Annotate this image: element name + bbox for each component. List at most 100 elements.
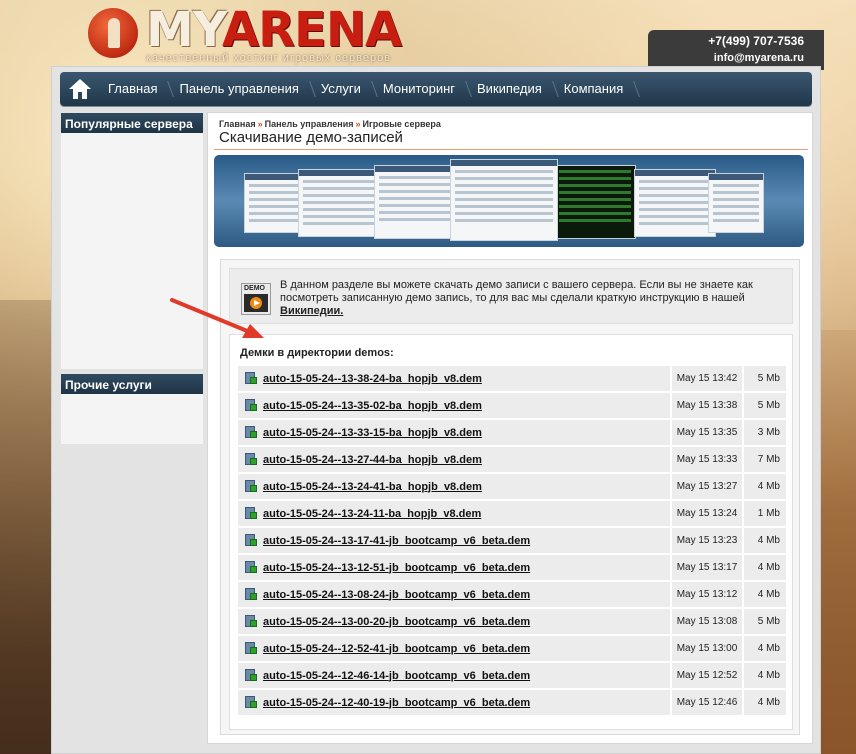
file-download-icon[interactable] — [245, 534, 257, 547]
logo-emblem-icon — [86, 6, 140, 60]
demo-file-link[interactable]: auto-15-05-24--13-08-24-jb_bootcamp_v6_b… — [263, 589, 530, 601]
file-size-cell: 4 Mb — [743, 554, 787, 581]
file-date-cell: May 15 12:46 — [671, 689, 743, 716]
demo-file-link[interactable]: auto-15-05-24--13-17-41-jb_bootcamp_v6_b… — [263, 535, 530, 547]
file-size-cell: 5 Mb — [743, 608, 787, 635]
table-row: auto-15-05-24--13-12-51-jb_bootcamp_v6_b… — [237, 554, 787, 581]
home-icon — [69, 79, 91, 99]
file-download-icon[interactable] — [245, 453, 257, 466]
file-size-cell: 1 Mb — [743, 500, 787, 527]
table-row: auto-15-05-24--12-40-19-jb_bootcamp_v6_b… — [237, 689, 787, 716]
breadcrumb-control-panel[interactable]: Панель управления — [265, 119, 354, 129]
demo-file-link[interactable]: auto-15-05-24--13-24-11-ba_hopjb_v8.dem — [263, 508, 481, 520]
table-row: auto-15-05-24--13-24-11-ba_hopjb_v8.dem M… — [237, 500, 787, 527]
file-size-cell: 4 Mb — [743, 473, 787, 500]
nav-item-home[interactable]: Главная — [100, 72, 171, 106]
file-download-icon[interactable] — [245, 399, 257, 412]
table-row: auto-15-05-24--13-27-44-ba_hopjb_v8.dem M… — [237, 446, 787, 473]
demo-file-link[interactable]: auto-15-05-24--12-46-14-jb_bootcamp_v6_b… — [263, 670, 530, 682]
intro-text: В данном разделе вы можете скачать демо … — [280, 279, 753, 317]
file-date-cell: May 15 13:23 — [671, 527, 743, 554]
file-name-cell: auto-15-05-24--13-35-02-ba_hopjb_v8.dem — [237, 392, 671, 419]
file-download-icon[interactable] — [245, 588, 257, 601]
demo-list-box: Демки в директории demos: auto-15-05-24-… — [229, 334, 793, 730]
table-row: auto-15-05-24--13-17-41-jb_bootcamp_v6_b… — [237, 527, 787, 554]
file-download-icon[interactable] — [245, 642, 257, 655]
demo-file-link[interactable]: auto-15-05-24--13-00-20-jb_bootcamp_v6_b… — [263, 616, 530, 628]
banner-screenshot — [634, 169, 716, 237]
file-date-cell: May 15 13:38 — [671, 392, 743, 419]
table-row: auto-15-05-24--13-08-24-jb_bootcamp_v6_b… — [237, 581, 787, 608]
demo-file-link[interactable]: auto-15-05-24--13-12-51-jb_bootcamp_v6_b… — [263, 562, 530, 574]
demo-list-heading: Демки в директории demos: — [240, 347, 394, 359]
demo-file-link[interactable]: auto-15-05-24--12-52-41-jb_bootcamp_v6_b… — [263, 643, 530, 655]
table-row: auto-15-05-24--13-33-15-ba_hopjb_v8.dem M… — [237, 419, 787, 446]
file-size-cell: 4 Mb — [743, 635, 787, 662]
table-row: auto-15-05-24--12-52-41-jb_bootcamp_v6_b… — [237, 635, 787, 662]
demo-file-link[interactable]: auto-15-05-24--13-27-44-ba_hopjb_v8.dem — [263, 454, 482, 466]
nav-item-services[interactable]: Услуги — [313, 72, 375, 106]
demo-file-link[interactable]: auto-15-05-24--13-35-02-ba_hopjb_v8.dem — [263, 400, 482, 412]
file-date-cell: May 15 13:12 — [671, 581, 743, 608]
logo-wordmark: MYARENA — [146, 2, 402, 58]
table-row: auto-15-05-24--12-46-14-jb_bootcamp_v6_b… — [237, 662, 787, 689]
table-row: auto-15-05-24--13-38-24-ba_hopjb_v8.dem M… — [237, 365, 787, 392]
file-download-icon[interactable] — [245, 480, 257, 493]
demo-icon: DEMO — [241, 283, 271, 315]
wiki-link[interactable]: Википедии. — [280, 305, 343, 317]
file-download-icon[interactable] — [245, 372, 257, 385]
file-name-cell: auto-15-05-24--13-24-41-ba_hopjb_v8.dem — [237, 473, 671, 500]
file-download-icon[interactable] — [245, 507, 257, 520]
file-name-cell: auto-15-05-24--13-24-11-ba_hopjb_v8.dem — [237, 500, 671, 527]
file-download-icon[interactable] — [245, 696, 257, 709]
sidebar-other-title: Прочие услуги — [61, 374, 203, 394]
demo-file-link[interactable]: auto-15-05-24--13-33-15-ba_hopjb_v8.dem — [263, 427, 482, 439]
banner-screenshot — [374, 165, 456, 239]
file-name-cell: auto-15-05-24--13-17-41-jb_bootcamp_v6_b… — [237, 527, 671, 554]
file-size-cell: 3 Mb — [743, 419, 787, 446]
sidebar-popular-title: Популярные сервера — [61, 113, 203, 133]
site-logo[interactable]: MYARENA качественный хостинг игровых сер… — [86, 2, 406, 66]
file-date-cell: May 15 13:08 — [671, 608, 743, 635]
nav-home-button[interactable] — [60, 72, 100, 106]
breadcrumb-game-servers[interactable]: Игровые сервера — [363, 119, 441, 129]
file-name-cell: auto-15-05-24--13-33-15-ba_hopjb_v8.dem — [237, 419, 671, 446]
background-figure-right — [820, 330, 856, 754]
nav-item-company[interactable]: Компания — [556, 72, 638, 106]
file-name-cell: auto-15-05-24--13-27-44-ba_hopjb_v8.dem — [237, 446, 671, 473]
nav-item-wiki[interactable]: Википедия — [469, 72, 556, 106]
file-download-icon[interactable] — [245, 561, 257, 574]
file-size-cell: 4 Mb — [743, 689, 787, 716]
file-size-cell: 4 Mb — [743, 662, 787, 689]
contact-email[interactable]: info@myarena.ru — [648, 50, 804, 66]
demo-file-link[interactable]: auto-15-05-24--13-38-24-ba_hopjb_v8.dem — [263, 373, 482, 385]
file-download-icon[interactable] — [245, 615, 257, 628]
table-row: auto-15-05-24--13-00-20-jb_bootcamp_v6_b… — [237, 608, 787, 635]
demo-file-link[interactable]: auto-15-05-24--12-40-19-jb_bootcamp_v6_b… — [263, 697, 530, 709]
sidebar-other-services: Прочие услуги — [61, 374, 203, 444]
file-name-cell: auto-15-05-24--13-08-24-jb_bootcamp_v6_b… — [237, 581, 671, 608]
demo-file-link[interactable]: auto-15-05-24--13-24-41-ba_hopjb_v8.dem — [263, 481, 482, 493]
file-date-cell: May 15 13:17 — [671, 554, 743, 581]
file-name-cell: auto-15-05-24--12-46-14-jb_bootcamp_v6_b… — [237, 662, 671, 689]
breadcrumb-home[interactable]: Главная — [219, 119, 256, 129]
nav-item-monitoring[interactable]: Мониторинг — [375, 72, 469, 106]
file-name-cell: auto-15-05-24--12-52-41-jb_bootcamp_v6_b… — [237, 635, 671, 662]
file-date-cell: May 15 13:24 — [671, 500, 743, 527]
file-name-cell: auto-15-05-24--13-12-51-jb_bootcamp_v6_b… — [237, 554, 671, 581]
file-date-cell: May 15 13:42 — [671, 365, 743, 392]
file-date-cell: May 15 12:52 — [671, 662, 743, 689]
file-size-cell: 7 Mb — [743, 446, 787, 473]
file-download-icon[interactable] — [245, 669, 257, 682]
file-download-icon[interactable] — [245, 426, 257, 439]
contact-box: +7(499) 707-7536 info@myarena.ru — [648, 30, 824, 70]
file-name-cell: auto-15-05-24--13-00-20-jb_bootcamp_v6_b… — [237, 608, 671, 635]
file-size-cell: 5 Mb — [743, 392, 787, 419]
file-date-cell: May 15 13:35 — [671, 419, 743, 446]
file-size-cell: 4 Mb — [743, 581, 787, 608]
banner-screenshot — [298, 169, 386, 237]
file-size-cell: 4 Mb — [743, 527, 787, 554]
logo-tagline: качественный хостинг игровых серверов — [146, 52, 392, 64]
nav-item-control-panel[interactable]: Панель управления — [171, 72, 312, 106]
file-name-cell: auto-15-05-24--12-40-19-jb_bootcamp_v6_b… — [237, 689, 671, 716]
